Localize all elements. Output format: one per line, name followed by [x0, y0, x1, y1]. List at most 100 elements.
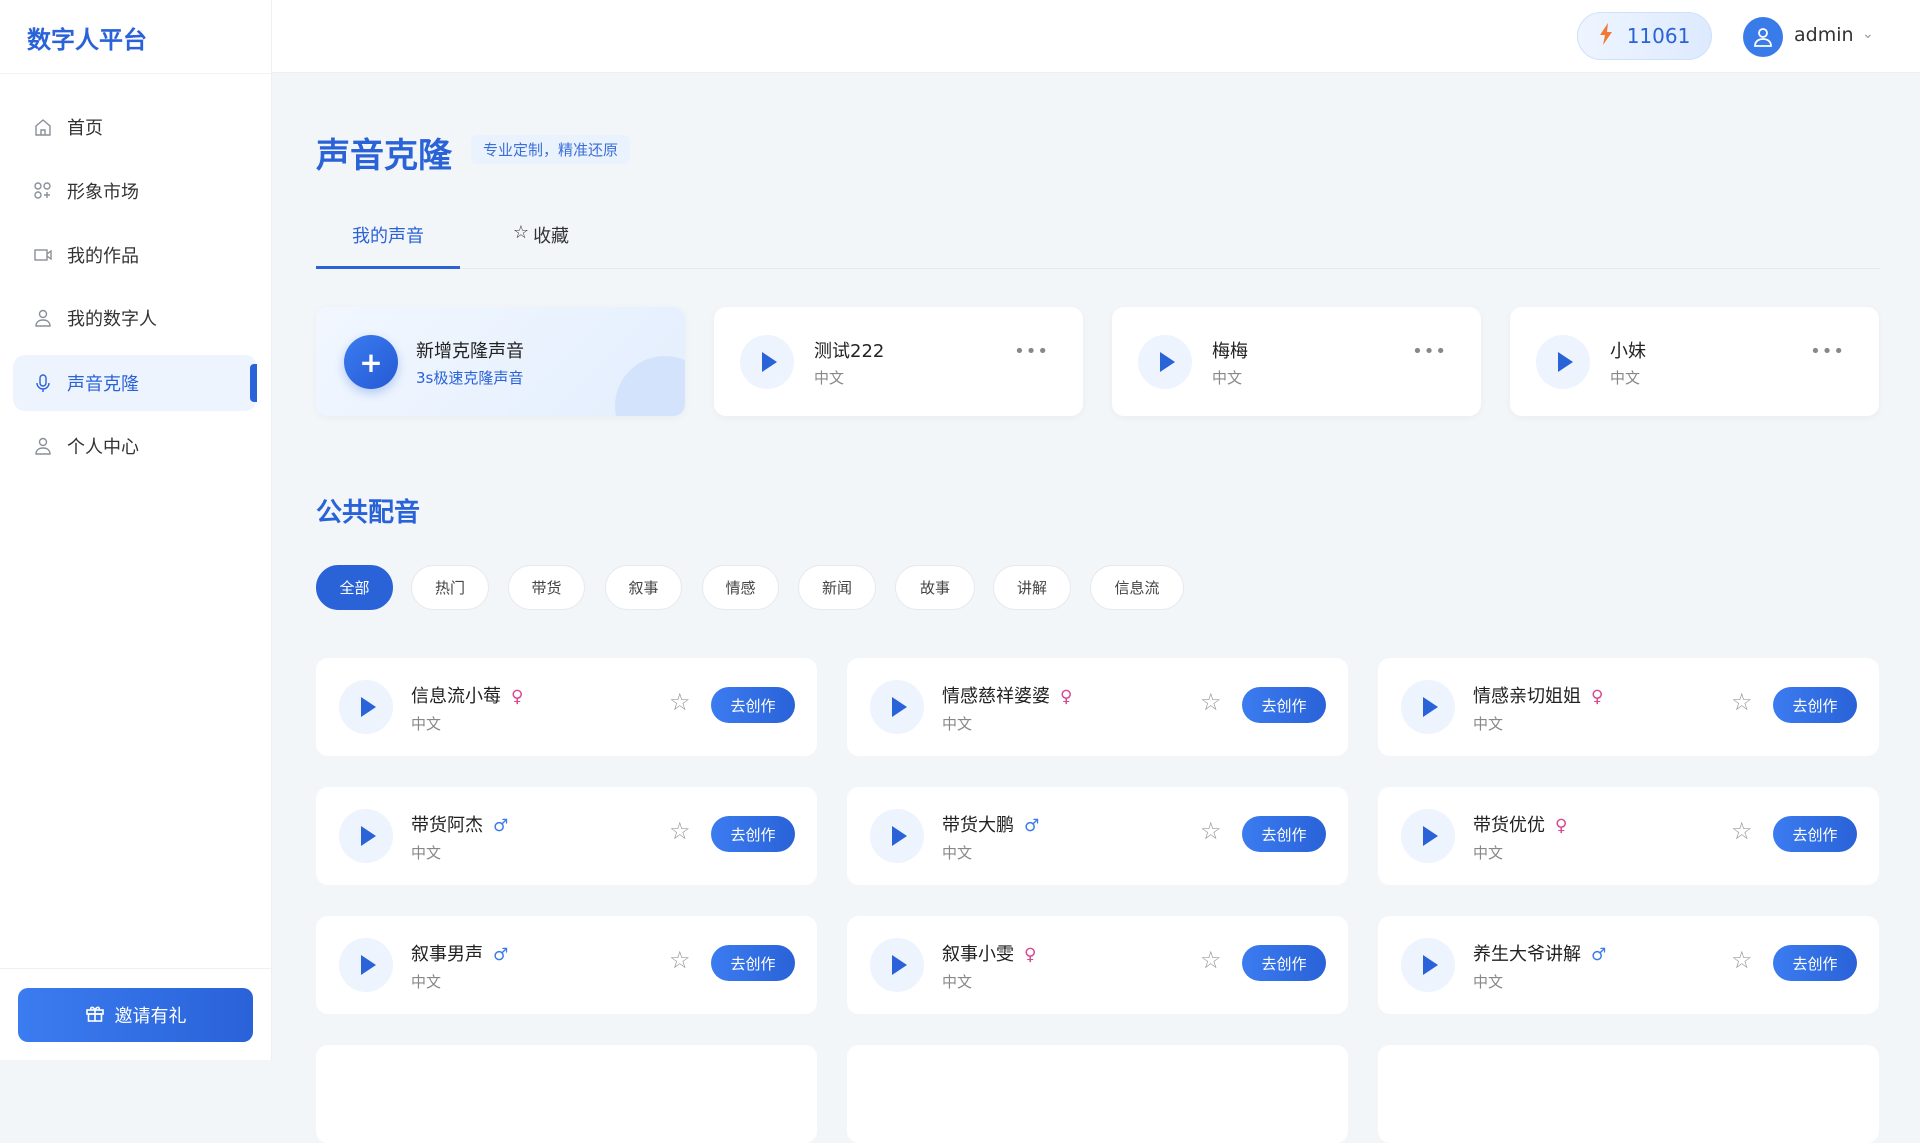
logo: 数字人平台: [27, 26, 147, 54]
page-title: 声音克隆: [316, 136, 452, 176]
sidebar-item-3[interactable]: 我的数字人: [13, 290, 257, 346]
play-button[interactable]: [1401, 680, 1455, 734]
filter-chip[interactable]: 故事: [895, 565, 975, 610]
voice-lang: 中文: [1473, 973, 1504, 991]
voice-card[interactable]: 养生大爷讲解 ♂ 中文 ☆ 去创作: [1378, 916, 1879, 1014]
star-icon[interactable]: ☆: [669, 688, 691, 716]
voice-lang: 中文: [411, 973, 442, 991]
create-button[interactable]: 去创作: [711, 687, 795, 723]
play-icon: [360, 955, 376, 975]
gift-icon: [85, 1003, 105, 1028]
star-icon[interactable]: ☆: [1731, 946, 1753, 974]
play-icon: [761, 352, 777, 372]
create-button[interactable]: 去创作: [1242, 687, 1326, 723]
play-icon: [1159, 352, 1175, 372]
chevron-down-icon[interactable]: ⌄: [1862, 26, 1874, 42]
play-icon: [360, 826, 376, 846]
sidebar-item-label: 个人中心: [67, 437, 139, 458]
create-button[interactable]: 去创作: [1773, 945, 1857, 981]
voice-card[interactable]: 带货大鹏 ♂ 中文 ☆ 去创作: [847, 787, 1348, 885]
star-icon: ☆: [512, 222, 530, 243]
mic-icon: [33, 373, 53, 393]
female-icon: ♀: [1591, 687, 1604, 707]
video-icon: [33, 245, 53, 265]
sidebar-item-5[interactable]: 个人中心: [13, 418, 257, 474]
play-button[interactable]: [339, 809, 393, 863]
star-icon[interactable]: ☆: [669, 817, 691, 845]
sidebar-item-label: 我的作品: [67, 246, 139, 267]
add-clone-voice-card[interactable]: + 新增克隆声音 3s极速克隆声音: [316, 307, 685, 416]
sidebar-item-label: 首页: [67, 118, 103, 139]
star-icon[interactable]: ☆: [1200, 688, 1222, 716]
filter-chip[interactable]: 热门: [411, 565, 489, 610]
sidebar-item-4[interactable]: 声音克隆: [13, 355, 257, 411]
play-button[interactable]: [1401, 938, 1455, 992]
create-button[interactable]: 去创作: [711, 945, 795, 981]
play-button[interactable]: [339, 938, 393, 992]
play-button[interactable]: [1138, 335, 1192, 389]
sidebar-item-1[interactable]: 形象市场: [13, 163, 257, 219]
my-voice-card[interactable]: 梅梅 中文 •••: [1112, 307, 1481, 416]
credits-badge[interactable]: 11061: [1577, 12, 1712, 60]
tab-my-voices[interactable]: 我的声音: [316, 222, 460, 269]
star-icon[interactable]: ☆: [1200, 946, 1222, 974]
star-icon[interactable]: ☆: [669, 946, 691, 974]
more-options-icon[interactable]: •••: [1014, 341, 1049, 362]
sidebar-item-2[interactable]: 我的作品: [13, 227, 257, 283]
filter-chip[interactable]: 情感: [702, 565, 779, 610]
grid-icon: [33, 181, 53, 201]
play-button[interactable]: [1536, 335, 1590, 389]
tab-favorites[interactable]: ☆ 收藏: [496, 222, 586, 269]
create-button[interactable]: 去创作: [711, 816, 795, 852]
create-button[interactable]: 去创作: [1242, 945, 1326, 981]
page-subtitle: 专业定制，精准还原: [471, 135, 631, 164]
voice-card[interactable]: 情感亲切姐姐 ♀ 中文 ☆ 去创作: [1378, 658, 1879, 756]
add-subtitle: 3s极速克隆声音: [416, 369, 524, 387]
play-button[interactable]: [870, 809, 924, 863]
create-button[interactable]: 去创作: [1773, 816, 1857, 852]
voice-card[interactable]: 叙事小雯 ♀ 中文 ☆ 去创作: [847, 916, 1348, 1014]
filter-chip[interactable]: 带货: [508, 565, 585, 610]
male-icon: ♂: [1591, 945, 1607, 965]
filter-chip[interactable]: 信息流: [1090, 565, 1184, 610]
voice-card[interactable]: 信息流小莓 ♀ 中文 ☆ 去创作: [316, 658, 817, 756]
filter-chip[interactable]: 新闻: [798, 565, 876, 610]
voice-card[interactable]: 带货优优 ♀ 中文 ☆ 去创作: [1378, 787, 1879, 885]
play-button[interactable]: [339, 680, 393, 734]
avatar[interactable]: [1743, 17, 1783, 57]
play-button[interactable]: [870, 680, 924, 734]
play-button[interactable]: [1401, 809, 1455, 863]
voice-card[interactable]: 带货阿杰 ♂ 中文 ☆ 去创作: [316, 787, 817, 885]
voice-name: 信息流小莓: [411, 686, 501, 707]
play-icon: [1422, 955, 1438, 975]
divider: [0, 73, 272, 74]
play-icon: [1557, 352, 1573, 372]
voice-lang: 中文: [1473, 844, 1504, 862]
female-icon: ♀: [511, 687, 524, 707]
more-options-icon[interactable]: •••: [1810, 341, 1845, 362]
play-button[interactable]: [740, 335, 794, 389]
create-button[interactable]: 去创作: [1242, 816, 1326, 852]
my-voice-card[interactable]: 小妹 中文 •••: [1510, 307, 1879, 416]
my-voice-card[interactable]: 测试222 中文 •••: [714, 307, 1083, 416]
more-options-icon[interactable]: •••: [1412, 341, 1447, 362]
create-button[interactable]: 去创作: [1773, 687, 1857, 723]
star-icon[interactable]: ☆: [1731, 817, 1753, 845]
filter-chip[interactable]: 讲解: [993, 565, 1071, 610]
play-icon: [1422, 697, 1438, 717]
filter-chip[interactable]: 叙事: [605, 565, 682, 610]
invite-button[interactable]: 邀请有礼: [18, 988, 253, 1042]
star-icon[interactable]: ☆: [1731, 688, 1753, 716]
voice-card[interactable]: 情感慈祥婆婆 ♀ 中文 ☆ 去创作: [847, 658, 1348, 756]
play-icon: [360, 697, 376, 717]
voice-card[interactable]: 叙事男声 ♂ 中文 ☆ 去创作: [316, 916, 817, 1014]
voice-name: 测试222: [814, 341, 885, 362]
user-icon: [33, 308, 53, 328]
play-icon: [891, 955, 907, 975]
filter-chip[interactable]: 全部: [316, 565, 393, 610]
username[interactable]: admin: [1794, 24, 1854, 46]
play-button[interactable]: [870, 938, 924, 992]
voice-name: 养生大爷讲解: [1473, 944, 1581, 965]
star-icon[interactable]: ☆: [1200, 817, 1222, 845]
sidebar-item-0[interactable]: 首页: [13, 99, 257, 155]
